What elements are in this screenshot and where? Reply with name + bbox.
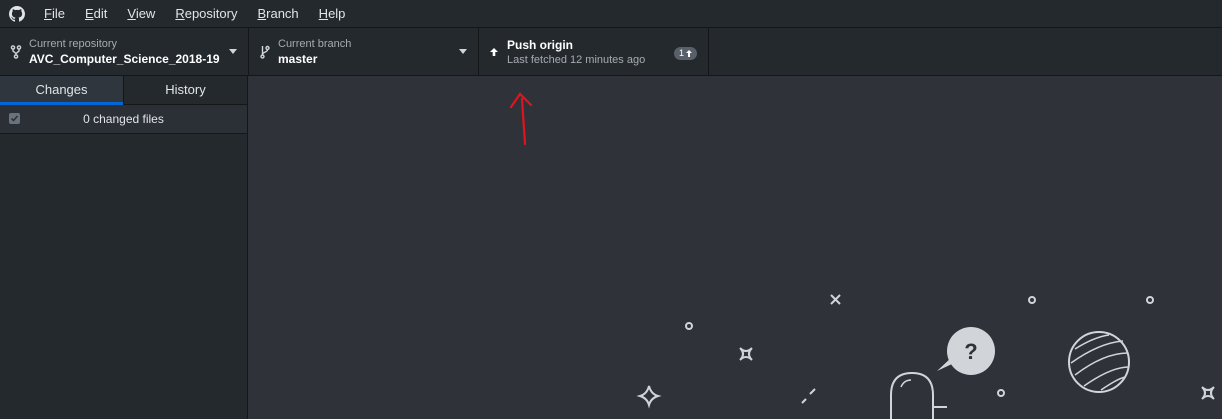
red-arrow-annotation [509,92,533,146]
chevron-down-icon [459,49,467,54]
svg-text:?: ? [964,339,977,364]
repo-icon [9,44,23,59]
tab-changes[interactable]: Changes [0,76,123,105]
toolbar: Current repository AVC_Computer_Science_… [0,27,1222,76]
changes-header: 0 changed files [0,105,247,134]
arrow-up-icon [487,45,501,59]
small-circle-icon [1028,296,1036,304]
repo-title: Current repository [29,37,118,50]
menu-branch[interactable]: Branch [257,0,298,27]
current-branch-button[interactable]: Current branch master [249,28,479,75]
menu-edit[interactable]: Edit [85,0,107,27]
sparkle-icon [1201,386,1215,400]
branch-icon [258,45,272,59]
planet-icon [1068,331,1130,393]
lander-icon [890,371,947,419]
menu-file[interactable]: File [44,0,65,27]
space-illustration: ? [509,92,1215,419]
arrow-up-icon [686,50,692,57]
current-repository-button[interactable]: Current repository AVC_Computer_Science_… [0,28,249,75]
x-star-icon [830,294,841,305]
push-subtitle: Last fetched 12 minutes ago [507,53,646,66]
question-bubble-icon: ? [937,327,995,375]
sidebar-tabs: Changes History [0,76,247,105]
menu-bar: File Edit View Repository Branch Help [0,0,1222,27]
sparkle-icon [739,347,753,361]
small-circle-icon [685,322,693,330]
branch-title: Current branch [278,37,352,50]
chevron-down-icon [229,49,237,54]
sidebar: Changes History 0 changed files [0,76,248,419]
changed-files-count: 0 changed files [83,112,164,126]
select-all-checkbox[interactable] [9,113,20,124]
main-content: ? [249,77,1222,419]
branch-name: master [278,51,318,66]
github-logo-icon [9,5,25,22]
menu-view[interactable]: View [127,0,155,27]
repo-name: AVC_Computer_Science_2018-19 [29,51,220,66]
menu-help[interactable]: Help [319,0,346,27]
tab-history[interactable]: History [123,76,247,104]
push-origin-button[interactable]: Push origin Last fetched 12 minutes ago … [479,28,709,75]
small-circle-icon [997,389,1005,397]
shooting-star-icon [801,388,816,404]
menu-repository[interactable]: Repository [175,0,237,27]
push-title: Push origin [507,37,573,52]
small-circle-icon [1146,296,1154,304]
check-icon [10,115,19,122]
diamond-star-icon [636,385,662,409]
ahead-count-badge: 1 [673,47,697,60]
